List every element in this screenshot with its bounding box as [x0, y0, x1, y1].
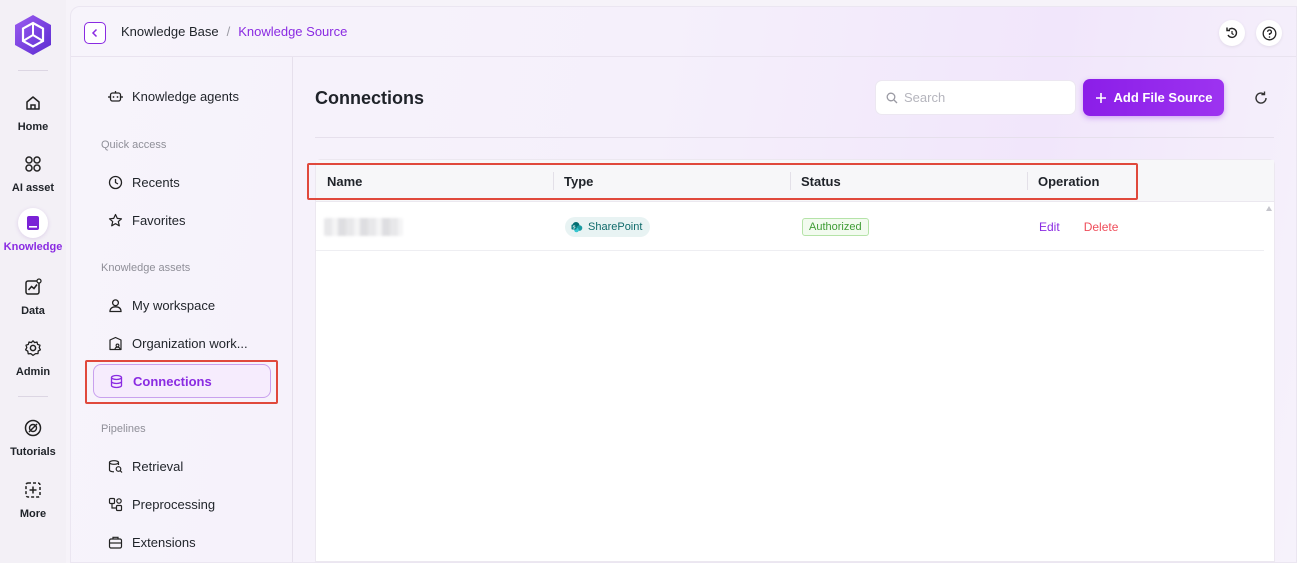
preprocessing-icon [107, 496, 123, 512]
nav-item-label: Retrieval [132, 458, 184, 474]
chevron-left-icon [91, 28, 98, 38]
table-header: Name Type Status Operation [316, 160, 1274, 202]
page-title: Connections [315, 88, 425, 108]
rail-item-label: Knowledge [3, 241, 63, 253]
robot-icon [107, 88, 123, 104]
status-badge: Authorized [802, 217, 869, 236]
home-icon [18, 88, 48, 118]
nav-item-organization-workspace[interactable]: Organization work... [93, 326, 271, 360]
connections-table: Name Type Status Operation S SharePoint … [315, 159, 1275, 562]
rail-item-data[interactable]: Data [0, 272, 66, 326]
rail-item-ai-asset[interactable]: AI asset [0, 149, 66, 203]
delete-link[interactable]: Delete [1084, 220, 1119, 234]
cell-operation: Edit Delete [1031, 220, 1231, 234]
nav-item-extensions[interactable]: Extensions [93, 525, 271, 559]
add-file-source-button[interactable]: Add File Source [1083, 79, 1224, 116]
nav-item-retrieval[interactable]: Retrieval [93, 449, 271, 483]
rail-item-label: Tutorials [10, 446, 56, 458]
edit-link[interactable]: Edit [1039, 220, 1060, 234]
column-header-name[interactable]: Name [316, 160, 553, 202]
breadcrumb-knowledge-source: Knowledge Source [238, 24, 348, 39]
user-icon [107, 297, 123, 313]
retrieval-database-search-icon [107, 458, 123, 474]
section-quick-access: Quick access [101, 139, 167, 151]
add-file-source-label: Add File Source [1113, 90, 1213, 105]
refresh-icon[interactable] [1253, 90, 1269, 106]
nav-item-label: My workspace [132, 297, 216, 313]
more-plus-icon [18, 475, 48, 505]
briefcase-icon [107, 534, 123, 550]
sharepoint-icon: S [571, 221, 583, 232]
svg-text:S: S [572, 224, 575, 229]
nav-item-connections[interactable]: Connections [93, 364, 271, 398]
nav-item-label: Favorites [132, 212, 186, 228]
nav-item-knowledge-agents[interactable]: Knowledge agents [93, 79, 271, 113]
column-header-status[interactable]: Status [790, 160, 1027, 202]
type-label: SharePoint [588, 220, 643, 233]
nav-item-label: Preprocessing [132, 496, 216, 512]
nav-item-label: Connections [133, 373, 212, 389]
plus-icon [1095, 92, 1106, 103]
rail-item-home[interactable]: Home [0, 88, 66, 142]
nav-item-preprocessing[interactable]: Preprocessing [93, 487, 271, 521]
content-divider [315, 137, 1274, 138]
column-header-operation[interactable]: Operation [1027, 160, 1138, 202]
nav-item-label: Extensions [132, 534, 196, 550]
back-button[interactable] [84, 22, 106, 44]
top-bar: Knowledge Base / Knowledge Source [71, 7, 1296, 57]
redacted-name [324, 217, 403, 236]
cell-type: S SharePoint [557, 216, 794, 237]
nav-item-label: Recents [132, 174, 180, 190]
nav-item-label: Organization work... [132, 335, 248, 351]
nav-item-label: Knowledge agents [132, 88, 239, 104]
content-area: Connections Add File Source Name Type St… [293, 57, 1296, 562]
rail-item-label: Admin [15, 366, 51, 378]
rail-item-label: More [19, 508, 47, 520]
main-panel: Knowledge Base / Knowledge Source Knowle… [70, 6, 1297, 563]
scroll-up-arrow-icon[interactable] [1266, 206, 1272, 211]
organization-building-icon [107, 335, 123, 351]
ai-asset-icon [18, 149, 48, 179]
search-input[interactable] [904, 90, 1064, 105]
cell-name [316, 217, 557, 236]
table-row[interactable]: S SharePoint Authorized Edit Delete [316, 203, 1264, 251]
column-header-type[interactable]: Type [553, 160, 790, 202]
rail-item-tutorials[interactable]: Tutorials [0, 413, 66, 467]
help-icon [1262, 26, 1276, 40]
help-button[interactable] [1256, 20, 1282, 46]
app-rail: Home AI asset Knowledge Data Admin Tutor… [0, 0, 66, 563]
breadcrumb: Knowledge Base / Knowledge Source [121, 24, 347, 39]
tutorials-icon [18, 413, 48, 443]
secondary-nav: Knowledge agents Quick access Recents Fa… [71, 57, 293, 562]
breadcrumb-knowledge-base[interactable]: Knowledge Base [121, 24, 219, 39]
app-logo-icon[interactable] [14, 14, 52, 56]
section-pipelines: Pipelines [101, 423, 146, 435]
rail-item-label: AI asset [11, 182, 55, 194]
type-badge: S SharePoint [565, 216, 651, 237]
data-chart-icon [18, 272, 48, 302]
search-icon [886, 92, 898, 103]
rail-item-more[interactable]: More [0, 475, 66, 529]
star-icon [107, 212, 123, 228]
nav-item-recents[interactable]: Recents [93, 165, 271, 199]
rail-divider [18, 70, 48, 71]
search-box[interactable] [875, 80, 1076, 115]
cell-status: Authorized [794, 217, 1031, 236]
history-button[interactable] [1219, 20, 1245, 46]
history-icon [1226, 27, 1238, 39]
knowledge-book-icon [18, 208, 48, 238]
nav-item-my-workspace[interactable]: My workspace [93, 288, 271, 322]
breadcrumb-separator: / [226, 24, 231, 39]
clock-icon [107, 174, 123, 190]
database-icon [108, 373, 124, 389]
rail-item-admin[interactable]: Admin [0, 333, 66, 387]
gear-icon [18, 333, 48, 363]
section-knowledge-assets: Knowledge assets [101, 262, 191, 274]
rail-item-label: Home [17, 121, 49, 133]
rail-item-label: Data [21, 305, 45, 317]
rail-divider [18, 396, 48, 397]
rail-item-knowledge[interactable]: Knowledge [0, 208, 66, 262]
nav-item-favorites[interactable]: Favorites [93, 203, 271, 237]
